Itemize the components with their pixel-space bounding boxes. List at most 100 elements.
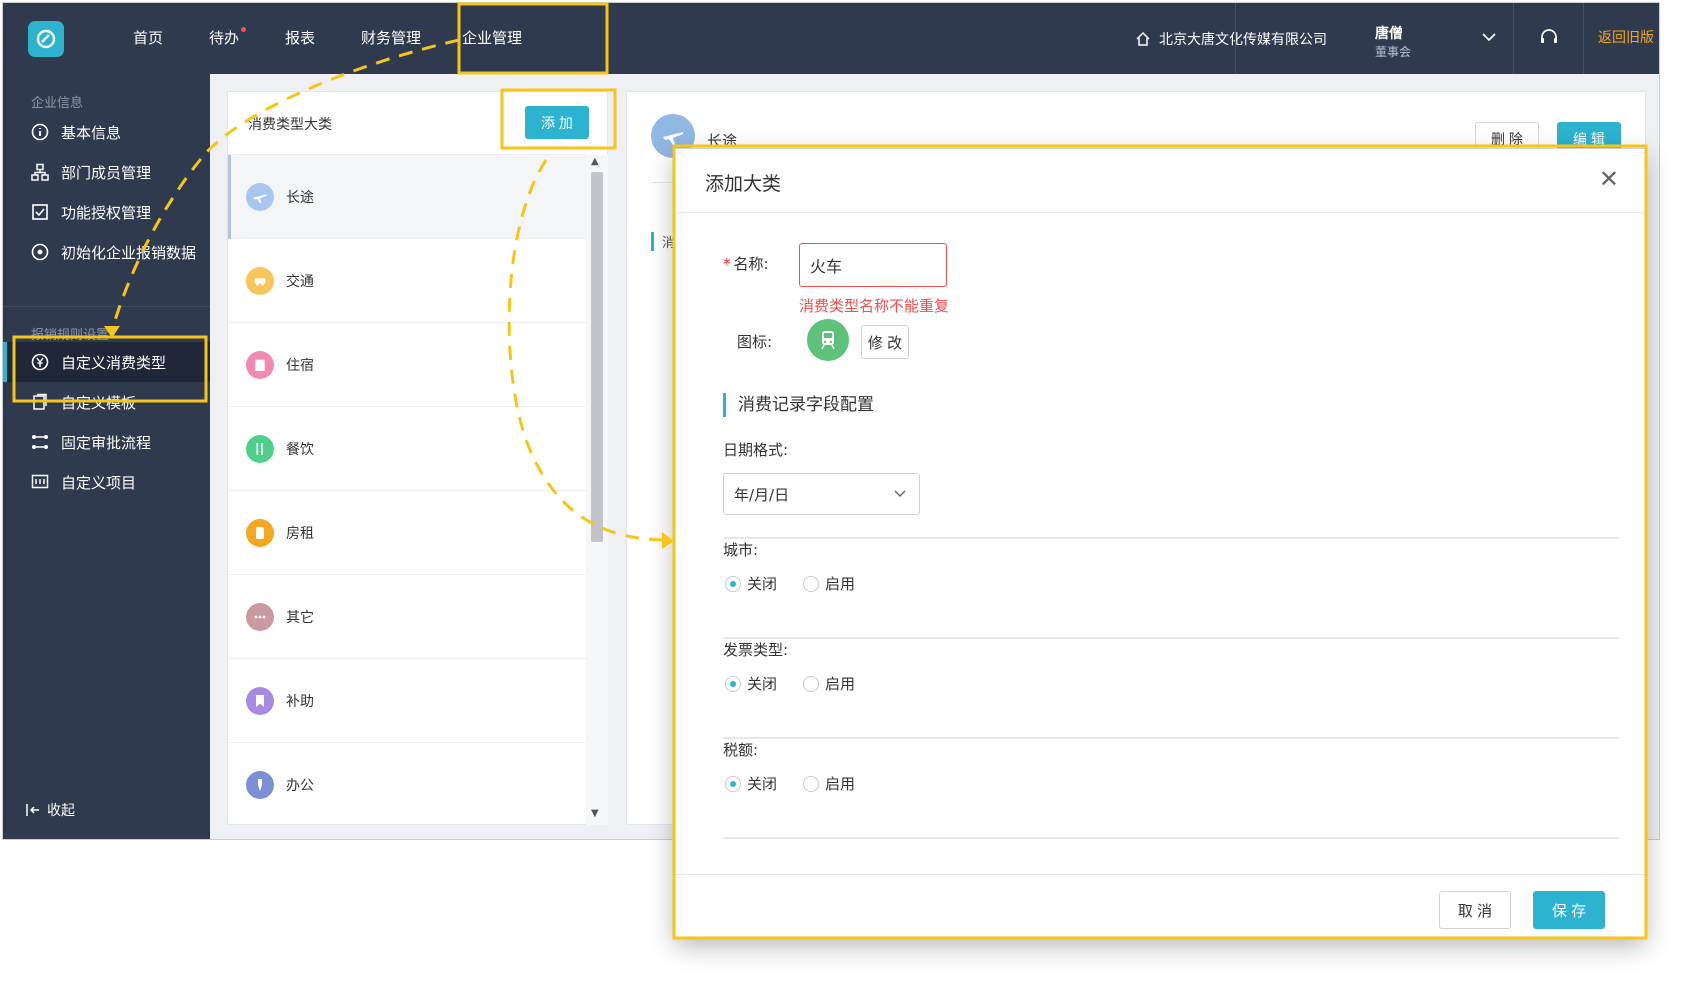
- city-off-option[interactable]: 关闭: [725, 573, 777, 594]
- name-input[interactable]: [799, 243, 947, 287]
- sidebar-group-rules: 报销规则设置: [31, 328, 110, 343]
- radio-label: 关闭: [747, 675, 778, 693]
- radio-label: 启用: [825, 675, 856, 693]
- nav-todo-label: 待办: [209, 29, 240, 47]
- field-config-section-title: 消费记录字段配置: [723, 393, 874, 417]
- panel-title: 消费类型大类: [248, 117, 332, 133]
- category-label: 长途: [286, 189, 314, 206]
- sidebar-item-basic-info[interactable]: 基本信息: [3, 112, 210, 152]
- tax-radio-group: 关闭 启用: [725, 773, 873, 794]
- radio-checked[interactable]: [725, 775, 741, 792]
- collapse-label: 收起: [47, 803, 75, 819]
- sidebar-item-label: 基本信息: [61, 123, 122, 142]
- radio-unchecked[interactable]: [803, 575, 820, 592]
- category-label: 餐饮: [286, 441, 314, 458]
- sidebar-item-label: 初始化企业报销数据: [61, 243, 197, 262]
- required-asterisk: *: [723, 255, 731, 273]
- home-icon: [1136, 31, 1150, 46]
- sidebar-item-custom-expense-type[interactable]: 自定义消费类型: [3, 342, 210, 382]
- category-row[interactable]: 交通: [228, 239, 586, 323]
- detail-section-title: 消: [651, 232, 675, 251]
- nav-reports[interactable]: 报表: [285, 3, 315, 74]
- nav-enterprise[interactable]: 企业管理: [462, 3, 522, 74]
- close-icon[interactable]: ✕: [1599, 165, 1619, 194]
- collapse-icon: [26, 804, 39, 816]
- selected-icon-preview: [807, 319, 849, 361]
- category-list: 长途交通住宿餐饮房租 其它补助办公: [228, 154, 586, 825]
- sidebar: 企业信息 基本信息 部门成员管理 功能授权管理 初始化企业报销数据 报销规则设置: [3, 74, 210, 839]
- company-switcher[interactable]: 北京大唐文化传媒有限公司: [1135, 3, 1327, 74]
- category-row[interactable]: 办公: [228, 743, 586, 825]
- category-row[interactable]: 补助: [228, 659, 586, 743]
- invoice-off-option[interactable]: 关闭: [725, 673, 777, 694]
- tax-on-option[interactable]: 启用: [803, 773, 855, 794]
- sidebar-group-enterprise-info: 企业信息: [31, 96, 84, 111]
- fork-knife-icon: [246, 434, 274, 463]
- nav-finance[interactable]: 财务管理: [361, 3, 421, 74]
- sidebar-item-custom-project[interactable]: 自定义项目: [3, 462, 210, 502]
- chevron-down-icon[interactable]: [1481, 29, 1497, 45]
- radio-unchecked[interactable]: [803, 775, 820, 792]
- logo-icon: [36, 29, 56, 49]
- template-icon: [33, 393, 47, 410]
- section-divider: [723, 637, 1619, 639]
- dialog-header: 添加大类 ✕: [675, 149, 1645, 213]
- section-divider: [723, 837, 1619, 839]
- radio-label: 启用: [825, 575, 856, 593]
- city-on-option[interactable]: 启用: [803, 573, 855, 594]
- sidebar-item-dept-members[interactable]: 部门成员管理: [3, 152, 210, 192]
- modify-icon-button[interactable]: 修 改: [861, 325, 909, 359]
- save-button[interactable]: 保 存: [1533, 891, 1605, 929]
- sidebar-item-custom-template[interactable]: 自定义模板: [3, 382, 210, 422]
- category-row[interactable]: 餐饮: [228, 407, 586, 491]
- top-navigation-bar: 首页 待办 报表 财务管理 企业管理 北京大唐文化传媒有限公司 唐僧 董事会 返…: [3, 3, 1659, 74]
- radio-label: 启用: [825, 775, 856, 793]
- nav-home[interactable]: 首页: [133, 3, 163, 74]
- scroll-down-arrow-icon[interactable]: ▼: [591, 808, 599, 819]
- scroll-up-arrow-icon[interactable]: ▲: [591, 156, 599, 167]
- sidebar-item-init-data[interactable]: 初始化企业报销数据: [3, 232, 210, 272]
- date-format-value: 年/月/日: [734, 485, 790, 504]
- category-label: 补助: [286, 693, 314, 710]
- category-row[interactable]: 房租: [228, 491, 586, 575]
- back-to-old-version-link[interactable]: 返回旧版: [1598, 3, 1654, 74]
- divider: [1513, 3, 1514, 74]
- car-icon: [246, 266, 274, 295]
- dialog-title: 添加大类: [705, 173, 782, 195]
- add-category-button[interactable]: 添 加: [525, 106, 589, 139]
- scrollbar-thumb[interactable]: [591, 172, 603, 542]
- invoice-type-label: 发票类型:: [723, 641, 789, 659]
- radio-label: 关闭: [747, 775, 778, 793]
- category-list-scrollbar[interactable]: ▲ ▼: [586, 154, 608, 825]
- headset-icon[interactable]: [1538, 26, 1560, 48]
- company-name: 北京大唐文化传媒有限公司: [1159, 31, 1327, 48]
- building-icon: [246, 350, 274, 379]
- category-row[interactable]: 住宿: [228, 323, 586, 407]
- target-icon: [31, 243, 49, 261]
- category-row[interactable]: 长途: [228, 155, 586, 239]
- cancel-button[interactable]: 取 消: [1439, 891, 1511, 929]
- project-icon: [31, 474, 49, 489]
- radio-label: 关闭: [747, 575, 778, 593]
- sidebar-item-auth[interactable]: 功能授权管理: [3, 192, 210, 232]
- radio-checked[interactable]: [725, 575, 741, 592]
- radio-checked[interactable]: [725, 675, 741, 692]
- app-logo[interactable]: [28, 21, 64, 57]
- invoice-on-option[interactable]: 启用: [803, 673, 855, 694]
- date-format-select[interactable]: 年/月/日: [723, 473, 920, 515]
- icon-label: 图标:: [737, 333, 773, 351]
- sidebar-item-label: 自定义消费类型: [61, 353, 167, 372]
- sidebar-collapse-button[interactable]: 收起: [25, 800, 75, 820]
- invoice-radio-group: 关闭 启用: [725, 673, 873, 694]
- name-label: * 名称:: [723, 253, 769, 274]
- tax-off-option[interactable]: 关闭: [725, 773, 777, 794]
- bookmark-icon: [246, 686, 274, 715]
- category-label: 交通: [286, 273, 314, 290]
- nav-todo[interactable]: 待办: [209, 3, 247, 74]
- sidebar-item-approval-flow[interactable]: 固定审批流程: [3, 422, 210, 462]
- user-name[interactable]: 唐僧: [1375, 23, 1403, 43]
- category-label: 住宿: [286, 357, 314, 374]
- add-category-dialog: 添加大类 ✕ *名称: 消费类型名称不能重复 图标: 修 改 消费记录字段配置 …: [674, 148, 1646, 938]
- category-row[interactable]: 其它: [228, 575, 586, 659]
- radio-unchecked[interactable]: [803, 675, 820, 692]
